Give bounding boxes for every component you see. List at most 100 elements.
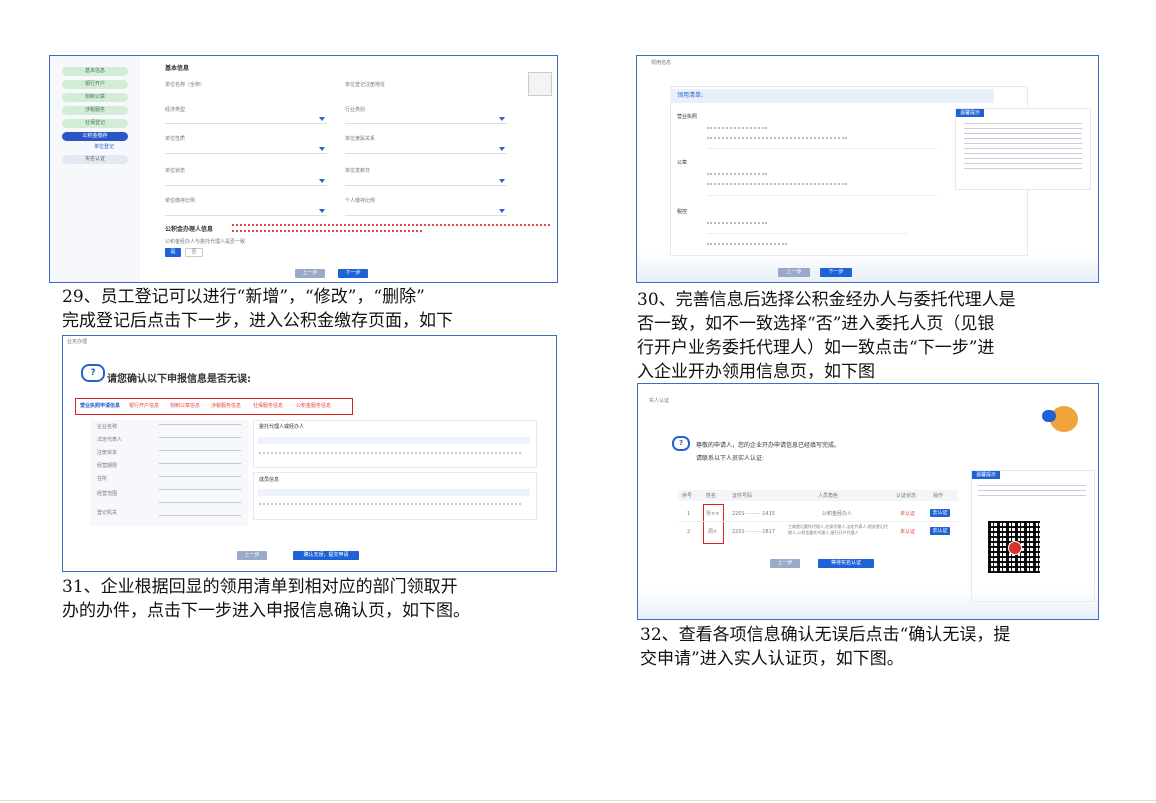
footer-divider (0, 800, 1156, 801)
detail-line (707, 173, 767, 175)
city-backdrop (637, 252, 1098, 282)
menu-housing-fund[interactable]: 公积金缴存 (62, 132, 128, 141)
message-line-2: 请联系以下人员实人认证: (696, 455, 765, 462)
tab-seal[interactable]: 刻制公章信息 (170, 403, 200, 410)
menu-basic-info[interactable]: 基本信息 (62, 67, 128, 76)
caption-29-line-2: 完成登记后点击下一步，进入公积金缴存页面，如下 (62, 311, 453, 331)
payday-select[interactable] (345, 176, 507, 186)
field-label: 单位性质 (165, 136, 186, 142)
go-auth-button[interactable]: 去认证 (930, 527, 950, 535)
col-header: 姓名 (706, 493, 717, 499)
col-header: 认证状态 (896, 493, 917, 499)
member-table-head (258, 489, 530, 496)
go-auth-button[interactable]: 去认证 (930, 509, 950, 517)
hint-text (964, 123, 1082, 173)
prev-button[interactable]: 上一步 (778, 268, 810, 277)
row-name: 周× (708, 529, 718, 535)
menu-real-name[interactable]: 实名认证 (62, 155, 128, 164)
assistant-icon: ? (81, 364, 105, 382)
row-status: 未认证 (900, 511, 916, 517)
wait-auth-button[interactable]: 等待实名认证 (818, 559, 874, 568)
agent-panel-title: 委托代理人或经办人 (259, 424, 305, 430)
city-backdrop (638, 589, 1098, 619)
screenshot-real-name-auth: 实人认证 ? 尊敬的申请人，您的企业开办申请信息已经填写完成。 请联系以下人员实… (637, 383, 1099, 620)
unit-affiliation-select[interactable] (345, 144, 507, 154)
prev-button[interactable]: 上一步 (295, 269, 325, 278)
detail-line (707, 127, 767, 129)
detail-line (707, 183, 847, 185)
row-role: 公积金经办人 (822, 511, 853, 517)
menu-seal[interactable]: 刻制公章 (62, 93, 128, 102)
row-role: 工商登记委托代理人,社保代理人,法定代表人,税务登记代理人,公积金委托代理人,银… (788, 524, 888, 535)
next-button[interactable]: 下一步 (338, 269, 368, 278)
logo-placeholder (528, 72, 552, 96)
menu-social-security[interactable]: 社保登记 (62, 119, 128, 128)
caption-30-line-2: 否一致，如不一致选择“否”进入委托人页（见银 (637, 314, 995, 334)
unit-ratio-select[interactable] (165, 206, 327, 216)
field-label: 单位隶属关系 (345, 136, 376, 142)
menu-bank-account[interactable]: 银行开户 (62, 80, 128, 89)
row-no: 1 (687, 511, 691, 517)
col-header: 证件号码 (732, 493, 753, 499)
field-label: 单位名称（全称） (165, 82, 206, 88)
screenshot-staff-registration: 基本信息 银行开户 刻制公章 涉税服务 社保登记 公积金缴存 单位登记 实名认证… (49, 55, 558, 283)
row-status: 未认证 (900, 529, 916, 535)
personal-ratio-select[interactable] (345, 206, 507, 216)
field-label: 行业类别 (345, 107, 366, 113)
field-label: 单位缴存比例 (165, 198, 196, 204)
caption-31-line-1: 31、企业根据回显的领用清单到相对应的部门领取开 (62, 577, 458, 597)
info-label: 登记机关 (97, 510, 118, 516)
no-option[interactable]: 否 (185, 248, 203, 257)
caption-32-line-2: 交申请”进入实人认证页，如下图。 (640, 649, 904, 669)
member-table-row (259, 503, 521, 505)
prev-button[interactable]: 上一步 (770, 559, 800, 568)
breadcrumb: 业务办理 (67, 339, 88, 345)
field-label: 单位发薪日 (345, 168, 371, 174)
col-header: 操作 (933, 493, 944, 499)
agent-table-row (259, 452, 521, 454)
group-label: 税控 (677, 209, 688, 215)
group-label: 营业执照 (677, 114, 698, 120)
hint-box: 温馨提示 (955, 108, 1091, 190)
screenshot-confirm-info: 业务办理 ? 请您确认以下申报信息是否无误: 营业执照申请信息 银行开户信息 刻… (62, 335, 557, 572)
field-label: 经济类型 (165, 107, 186, 113)
industry-select[interactable] (345, 114, 507, 124)
tab-bank-account[interactable]: 银行开户信息 (129, 403, 159, 410)
menu-tax[interactable]: 涉税服务 (62, 106, 128, 115)
economic-type-select[interactable] (165, 114, 327, 124)
field-label: 个人缴存比例 (345, 198, 376, 204)
row-id: 2201···········1415 (732, 511, 775, 517)
caption-31-line-2: 办的办件，点击下一步进入申报信息确认页，如下图。 (62, 601, 470, 621)
submenu-unit-registration[interactable]: 单位登记 (94, 144, 114, 151)
row-name: 孙×× (706, 511, 720, 517)
detail-line (707, 233, 907, 234)
tab-business-license[interactable]: 营业执照申请信息 (80, 403, 120, 410)
qr-badge (1008, 541, 1022, 555)
screenshot-pickup-info: 领用信息 领用清单: 营业执照 公章 税控 温馨提示 上一步 下一步 (636, 55, 1099, 283)
caption-30-line-3: 行开户业务委托代理人）如一致点击“下一步”进 (637, 338, 995, 358)
breadcrumb: 领用信息 (651, 60, 672, 66)
detail-line (707, 148, 937, 149)
unit-nature-select[interactable] (165, 144, 327, 154)
mascot-bubble (1042, 410, 1056, 422)
prev-button[interactable]: 上一步 (237, 551, 267, 560)
row-id: 2201···········1817 (732, 529, 775, 535)
caption-32-line-1: 32、查看各项信息确认无误后点击“确认无误，提 (640, 625, 1011, 645)
tab-housing-fund[interactable]: 公积金服务信息 (296, 403, 331, 410)
col-header: 序号 (682, 493, 693, 499)
field-label: 单位登记注册地址 (345, 82, 386, 88)
tab-tax[interactable]: 涉税服务信息 (211, 403, 241, 410)
list-header-bar (670, 89, 994, 103)
info-label: 经营期限 (97, 463, 118, 469)
caption-30-line-1: 30、完善信息后选择公积金经办人与委托代理人是 (637, 290, 1016, 310)
hint-text (978, 485, 1086, 497)
confirm-submit-button[interactable]: 确认无误，提交申请 (293, 551, 359, 560)
unit-status-select[interactable] (165, 176, 327, 186)
info-label: 注册资本 (97, 450, 118, 456)
row-no: 2 (687, 529, 691, 535)
next-button[interactable]: 下一步 (820, 268, 852, 277)
hint-title: 温馨提示 (972, 471, 1001, 479)
page-title: 请您确认以下申报信息是否无误: (107, 374, 251, 385)
tab-social[interactable]: 社保服务信息 (253, 403, 283, 410)
yes-option[interactable]: 是 (165, 248, 181, 257)
